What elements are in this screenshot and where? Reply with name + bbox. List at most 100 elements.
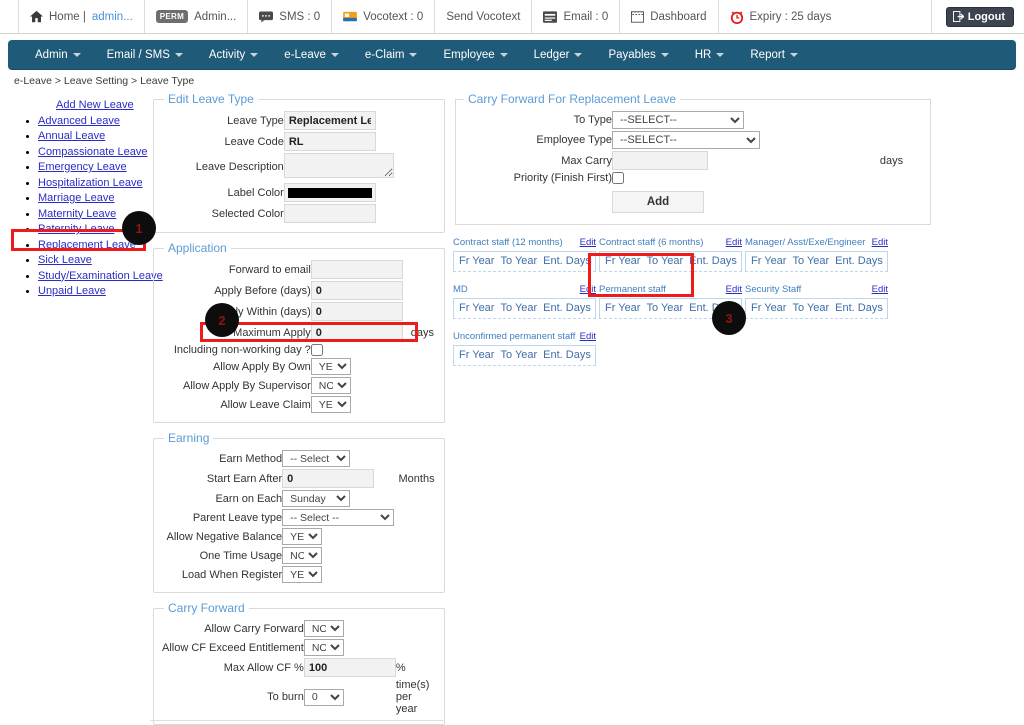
carry-forward-replacement-panel: Carry Forward For Replacement Leave To T…	[453, 92, 933, 378]
nav-item-admin[interactable]: Admin	[22, 40, 94, 70]
sidebar-item-unpaid-leave[interactable]: Unpaid Leave	[38, 284, 148, 300]
topbar-item-sms[interactable]: SMS : 0	[247, 0, 331, 33]
row-leave-code: Leave Code	[162, 131, 436, 152]
add-button[interactable]: Add	[612, 191, 704, 214]
card-edit-link[interactable]: Edit	[580, 284, 596, 295]
card-edit-link[interactable]: Edit	[580, 331, 596, 342]
sidebar-link[interactable]: Hospitalization Leave	[38, 177, 143, 189]
maximum-apply-input[interactable]	[310, 323, 403, 342]
apply-within-input[interactable]	[310, 302, 403, 321]
leave-code-input[interactable]	[283, 132, 376, 151]
sidebar-link[interactable]: Replacement Leave	[38, 239, 136, 251]
earn-method-select[interactable]: -- Select --	[282, 450, 351, 468]
sidebar-item-sick-leave[interactable]: Sick Leave	[38, 253, 148, 269]
card-edit-link[interactable]: Edit	[726, 284, 742, 295]
leave-description-textarea[interactable]	[283, 153, 394, 178]
topbar-item-home[interactable]: Home | admin...	[18, 0, 144, 33]
sidebar-item-replacement-leave[interactable]: Replacement Leave	[38, 238, 148, 254]
earn-on-each-label: Earn on Each	[215, 492, 283, 505]
edit-leave-type-form: Edit Leave Type Leave Type Leave Code Le…	[153, 92, 445, 725]
card-edit-link[interactable]: Edit	[872, 237, 888, 248]
nav-item-e-claim[interactable]: e-Claim	[352, 40, 431, 70]
sidebar-link[interactable]: Maternity Leave	[38, 208, 116, 220]
card-edit-link[interactable]: Edit	[726, 237, 742, 248]
parent-leave-type-select[interactable]: -- Select --	[282, 509, 395, 527]
max-allow-cf-label: Max Allow CF %	[223, 661, 304, 674]
topbar-item-send-vocotext[interactable]: Send Vocotext	[434, 0, 531, 33]
nav-item-ledger[interactable]: Ledger	[521, 40, 596, 70]
sidebar-link[interactable]: Advanced Leave	[38, 115, 120, 127]
sidebar-link[interactable]: Unpaid Leave	[38, 285, 106, 297]
selected-color-swatch[interactable]	[283, 204, 376, 223]
including-nonworking-checkbox[interactable]	[310, 344, 323, 357]
topbar-item-admin[interactable]: PERM Admin...	[143, 0, 248, 33]
sidebar-link[interactable]: Sick Leave	[38, 254, 92, 266]
load-when-register-select[interactable]: YES	[282, 566, 323, 584]
sidebar-link[interactable]: Emergency Leave	[38, 161, 127, 173]
nav-item-email-sms[interactable]: Email / SMS	[94, 40, 196, 70]
nav-item-hr[interactable]: HR	[682, 40, 738, 70]
topbar-admin-link[interactable]: admin...	[92, 11, 133, 23]
row-apply-before: Apply Before (days)	[162, 280, 436, 301]
carry-forward-legend: Carry Forward	[168, 601, 245, 616]
topbar-item-expiry[interactable]: Expiry : 25 days	[717, 0, 843, 33]
employee-type-select[interactable]: --SELECT--	[612, 131, 760, 149]
entitlement-card-unconfirmed-permanent-staff: Unconfirmed permanent staff Edit Fr Year…	[453, 331, 596, 367]
sidebar-item-marriage-leave[interactable]: Marriage Leave	[38, 191, 148, 207]
sidebar-item-emergency-leave[interactable]: Emergency Leave	[38, 160, 148, 176]
sidebar-item-advanced-leave[interactable]: Advanced Leave	[38, 114, 148, 130]
sidebar-item-annual-leave[interactable]: Annual Leave	[38, 129, 148, 145]
row-employee-type: Employee Type --SELECT--	[464, 130, 922, 150]
start-earn-after-input[interactable]	[282, 469, 375, 489]
sidebar-link[interactable]: Marriage Leave	[38, 192, 114, 204]
allow-apply-supervisor-select[interactable]: NO	[310, 377, 351, 395]
sidebar-link[interactable]: Compassionate Leave	[38, 146, 147, 158]
alarm-icon	[730, 10, 744, 24]
leave-type-input[interactable]	[283, 111, 376, 130]
nav-item-employee[interactable]: Employee	[430, 40, 520, 70]
one-time-usage-select[interactable]: NO	[282, 547, 323, 565]
sidebar-item-maternity-leave[interactable]: Maternity Leave	[38, 207, 148, 223]
allow-negative-balance-select[interactable]: YES	[282, 528, 323, 546]
chevron-down-icon	[789, 53, 798, 57]
label-color-swatch[interactable]	[283, 183, 376, 202]
max-allow-cf-input[interactable]	[303, 658, 396, 678]
sidebar-link[interactable]: Add New Leave	[56, 99, 134, 111]
allow-negative-balance-label: Allow Negative Balance	[166, 530, 283, 543]
nav-item-report[interactable]: Report	[737, 40, 811, 70]
allow-carry-forward-select[interactable]: NO	[303, 620, 344, 638]
max-carry-input[interactable]	[612, 151, 708, 170]
allow-cf-exceed-select[interactable]: NO	[303, 639, 344, 657]
perm-badge-icon: PERM	[155, 10, 189, 23]
sidebar-item-compassionate-leave[interactable]: Compassionate Leave	[38, 145, 148, 161]
sidebar-item-hospitalization-leave[interactable]: Hospitalization Leave	[38, 176, 148, 192]
priority-checkbox[interactable]	[612, 172, 624, 185]
row-parent-leave-type: Parent Leave type -- Select --	[162, 508, 436, 527]
sidebar-link[interactable]: Annual Leave	[38, 130, 105, 142]
sidebar-link[interactable]: Paternity Leave	[38, 223, 114, 235]
sidebar-item-add-new-leave[interactable]: Add New Leave	[38, 98, 148, 114]
topbar-item-vocotext[interactable]: Vocotext : 0	[331, 0, 434, 33]
topbar-item-email[interactable]: Email : 0	[531, 0, 619, 33]
card-edit-link[interactable]: Edit	[580, 237, 596, 248]
allow-leave-claim-select[interactable]: YES	[310, 396, 351, 414]
to-type-select[interactable]: --SELECT--	[612, 111, 744, 129]
sidebar-link[interactable]: Study/Examination Leave	[38, 270, 163, 282]
allow-apply-own-select[interactable]: YES	[310, 358, 351, 376]
logout-button[interactable]: Logout	[945, 6, 1014, 27]
nav-item-payables[interactable]: Payables	[595, 40, 681, 70]
entitlement-card-security-staff: Security Staff Edit Fr Year To Year Ent.…	[745, 284, 888, 320]
application-section: Application Forward to email Apply Befor…	[153, 241, 445, 424]
to-burn-select[interactable]: 0	[303, 688, 344, 706]
earn-on-each-select[interactable]: Sunday	[282, 490, 351, 508]
col-to-year: To Year	[792, 255, 830, 268]
nav-item-activity[interactable]: Activity	[196, 40, 271, 70]
topbar-item-dashboard[interactable]: Dashboard	[619, 0, 717, 33]
earn-method-label: Earn Method	[219, 452, 283, 465]
forward-to-email-input[interactable]	[310, 260, 403, 279]
sidebar-item-study-examination-leave[interactable]: Study/Examination Leave	[38, 269, 163, 285]
apply-before-input[interactable]	[310, 281, 403, 300]
sidebar-item-paternity-leave[interactable]: Paternity Leave	[38, 222, 148, 238]
nav-item-e-leave[interactable]: e-Leave	[271, 40, 352, 70]
card-edit-link[interactable]: Edit	[872, 284, 888, 295]
